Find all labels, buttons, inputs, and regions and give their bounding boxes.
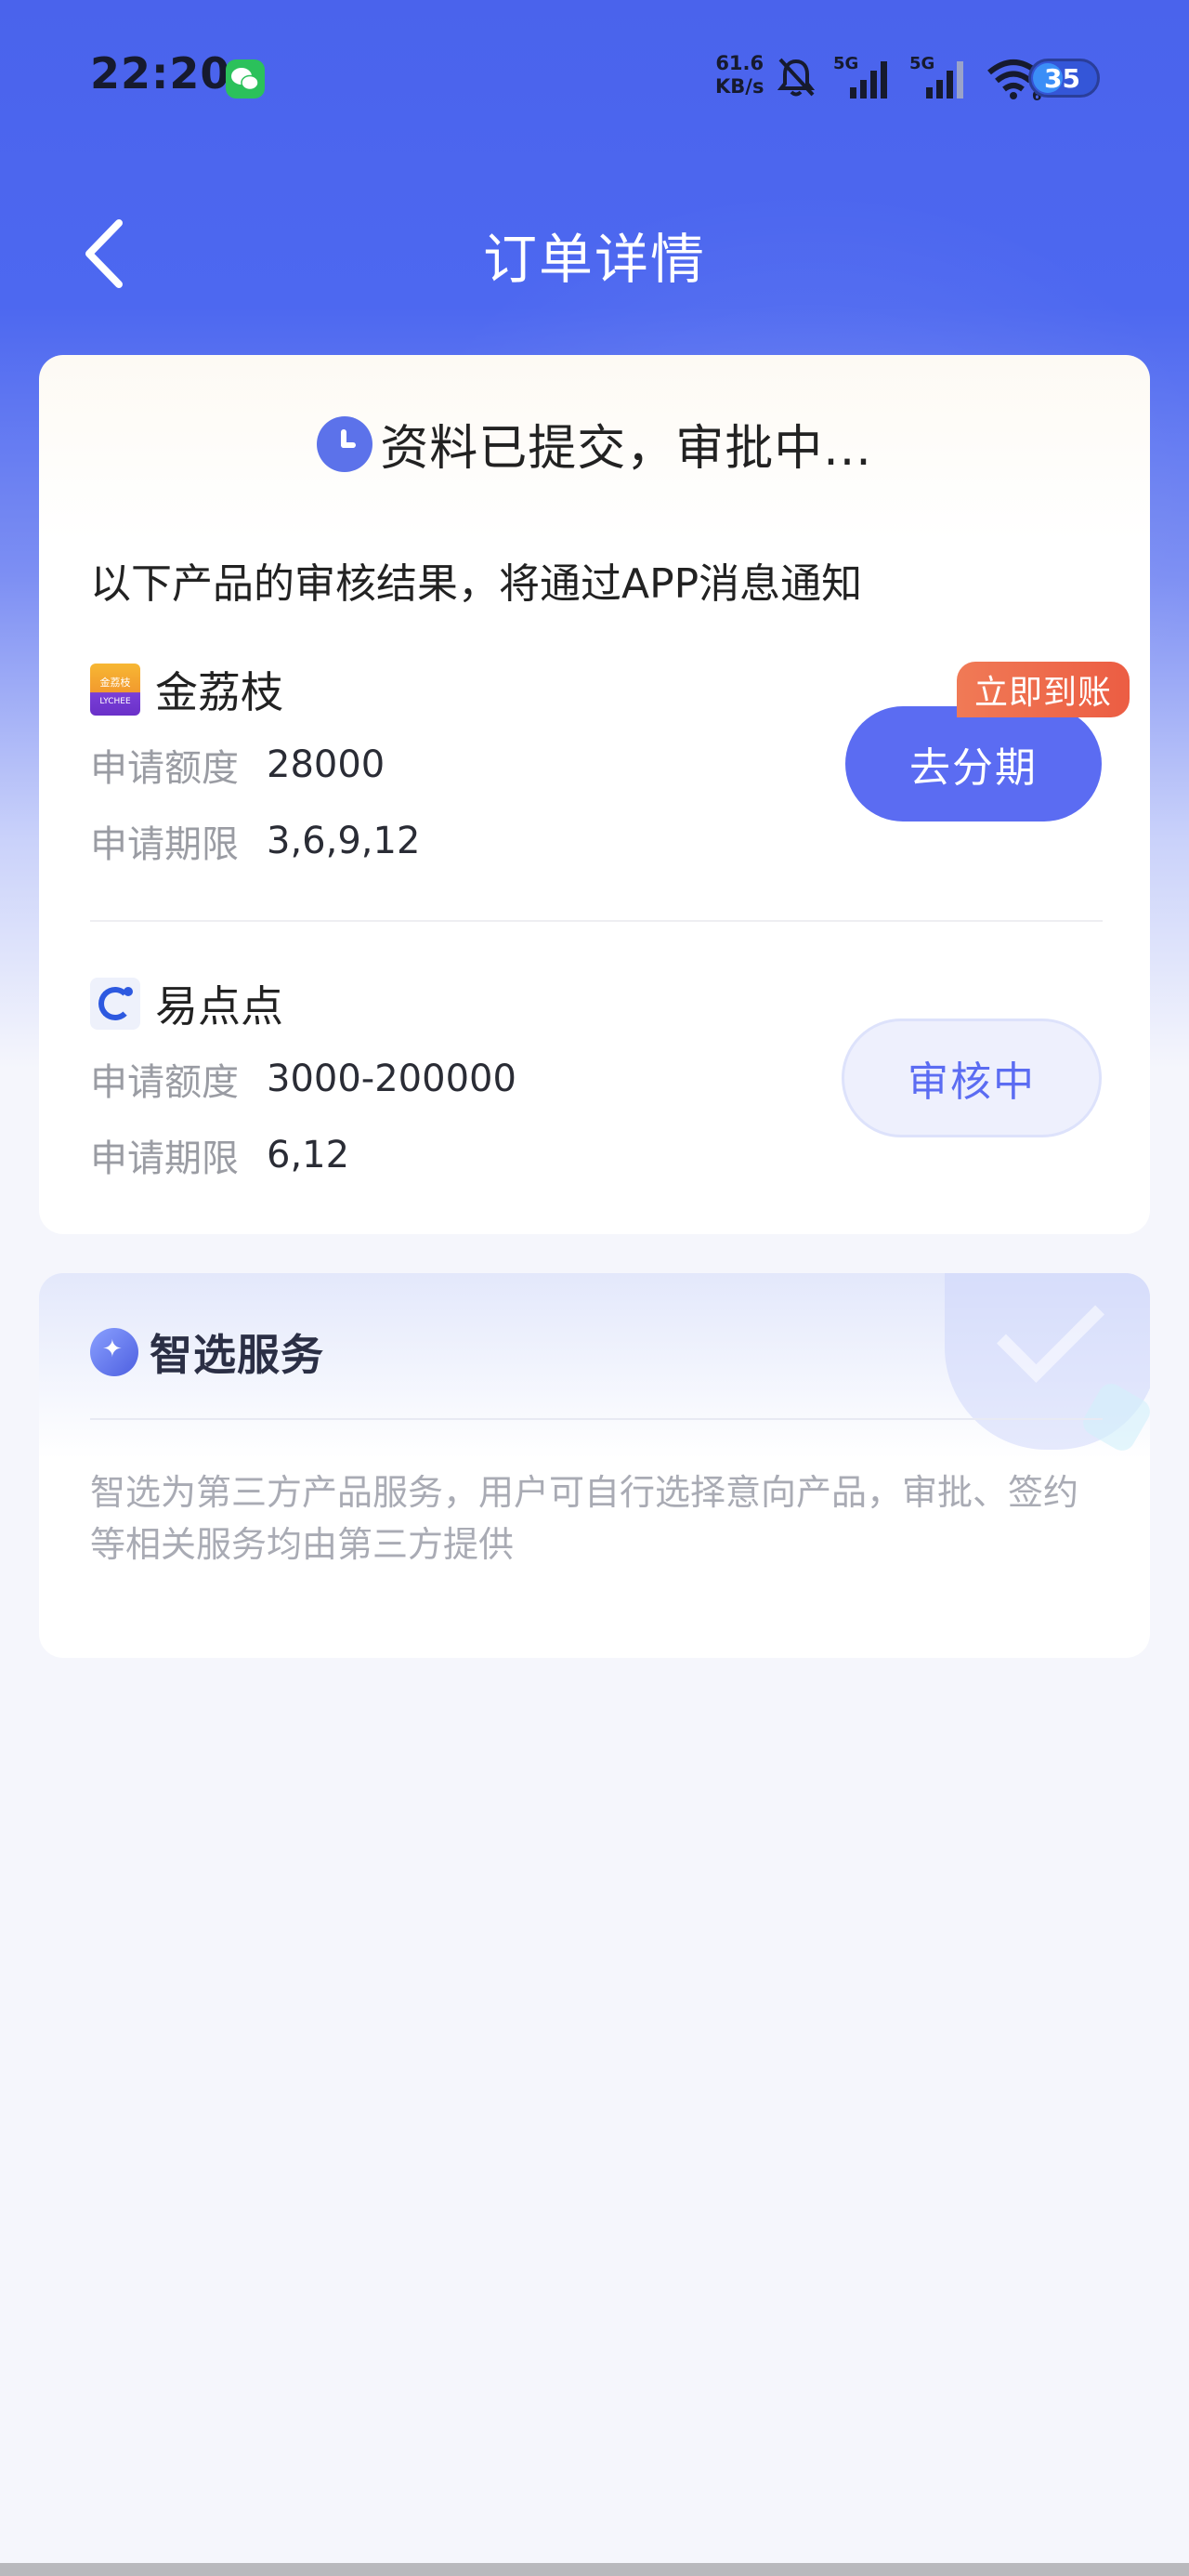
service-divider bbox=[90, 1418, 1103, 1420]
amount-label: 申请额度 bbox=[90, 1061, 239, 1104]
service-description: 智选为第三方产品服务，用户可自行选择意向产品，审批、签约等相关服务均由第三方提供 bbox=[90, 1472, 1079, 1565]
status-icons: 5G 5G 6 bbox=[776, 51, 1060, 103]
order-status-card: 资料已提交，审批中... 以下产品的审核结果，将通过APP消息通知 金荔枝 LY… bbox=[39, 355, 1150, 1234]
clock-icon bbox=[317, 415, 373, 472]
notice-text: 以下产品的审核结果，将通过APP消息通知 bbox=[90, 560, 863, 608]
term-label: 申请期限 bbox=[90, 1137, 239, 1180]
signal-5g-icon: 5G bbox=[833, 54, 887, 99]
page-title: 订单详情 bbox=[482, 228, 706, 291]
approval-status: 资料已提交，审批中... bbox=[39, 409, 1150, 479]
network-speed: 61.6 KB/s bbox=[715, 52, 764, 99]
status-bar: 22:20 61.6 KB/s 5G 5G 35 bbox=[0, 0, 1189, 158]
smart-service-card: 智选服务 智选为第三方产品服务，用户可自行选择意向产品，审批、签约等相关服务均由… bbox=[39, 1273, 1150, 1658]
term-value: 6,12 bbox=[267, 1134, 350, 1176]
product-divider bbox=[90, 920, 1103, 922]
battery-indicator: 35 bbox=[1028, 59, 1100, 98]
term-label: 申请期限 bbox=[90, 823, 239, 866]
instant-payout-badge: 立即到账 bbox=[957, 662, 1130, 717]
yidiandian-logo-icon bbox=[90, 978, 140, 1030]
status-time: 22:20 bbox=[90, 48, 231, 99]
lychee-logo-text: 金荔枝 bbox=[99, 677, 131, 689]
battery-level: 35 bbox=[1044, 63, 1080, 94]
product-name: 金荔枝 bbox=[155, 667, 283, 717]
amount-value: 3000-200000 bbox=[267, 1058, 516, 1100]
signal2-label: 5G bbox=[909, 54, 934, 73]
under-review-button[interactable]: 审核中 bbox=[842, 1019, 1102, 1137]
signal1-label: 5G bbox=[833, 54, 858, 73]
mute-bell-icon bbox=[777, 58, 816, 97]
wechat-notification-icon bbox=[226, 59, 265, 99]
network-speed-unit: KB/s bbox=[715, 75, 764, 98]
approval-status-text: 资料已提交，审批中... bbox=[380, 421, 872, 477]
product-name: 易点点 bbox=[155, 981, 283, 1032]
term-value: 3,6,9,12 bbox=[267, 820, 421, 862]
amount-value: 28000 bbox=[267, 743, 385, 786]
network-speed-value: 61.6 bbox=[715, 52, 764, 74]
signal-5g-icon-2: 5G bbox=[909, 54, 963, 99]
lychee-logo-icon: 金荔枝 LYCHEE bbox=[90, 664, 140, 716]
go-installment-button[interactable]: 去分期 bbox=[845, 706, 1102, 821]
sparkle-icon bbox=[90, 1328, 138, 1376]
service-title: 智选服务 bbox=[150, 1330, 324, 1380]
lychee-logo-subtext: LYCHEE bbox=[99, 697, 131, 706]
bottom-edge bbox=[0, 2563, 1189, 2576]
amount-label: 申请额度 bbox=[90, 747, 239, 790]
